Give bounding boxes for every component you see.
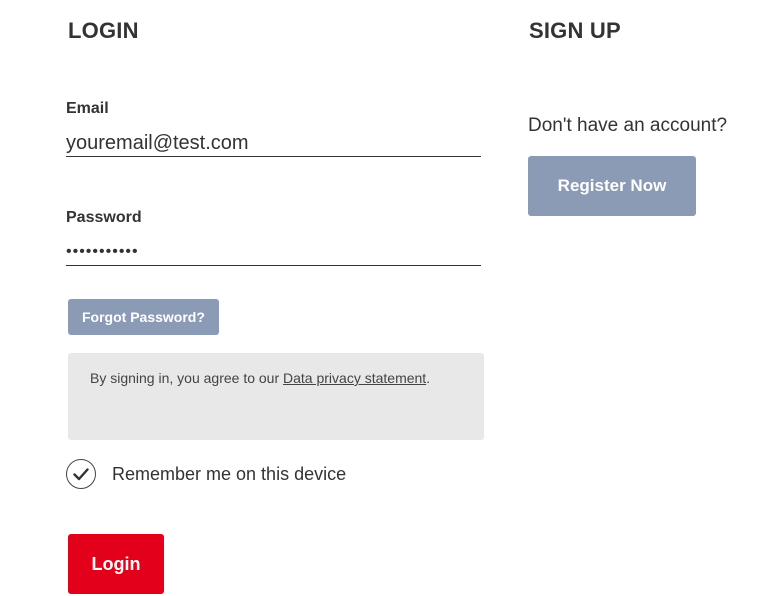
login-title: LOGIN bbox=[68, 18, 139, 43]
login-button[interactable]: Login bbox=[68, 534, 164, 594]
register-now-button[interactable]: Register Now bbox=[528, 156, 696, 216]
privacy-notice-suffix: . bbox=[426, 370, 431, 386]
checkmark-icon[interactable] bbox=[66, 459, 96, 489]
signup-title: SIGN UP bbox=[529, 18, 621, 43]
password-input[interactable] bbox=[66, 239, 481, 266]
remember-me-checkbox[interactable]: Remember me on this device bbox=[66, 459, 346, 489]
forgot-password-button[interactable]: Forgot Password? bbox=[68, 299, 219, 335]
privacy-notice-text: By signing in, you agree to our bbox=[90, 370, 284, 386]
login-page: LOGIN Email Password Forgot Password? By… bbox=[0, 0, 771, 596]
email-input[interactable] bbox=[66, 130, 481, 157]
remember-me-label: Remember me on this device bbox=[112, 463, 347, 484]
data-privacy-link[interactable]: Data privacy statement bbox=[283, 370, 426, 386]
privacy-notice: By signing in, you agree to our Data pri… bbox=[68, 353, 484, 440]
signup-prompt: Don't have an account? bbox=[528, 115, 728, 136]
email-label: Email bbox=[66, 100, 109, 117]
password-label: Password bbox=[66, 209, 142, 226]
